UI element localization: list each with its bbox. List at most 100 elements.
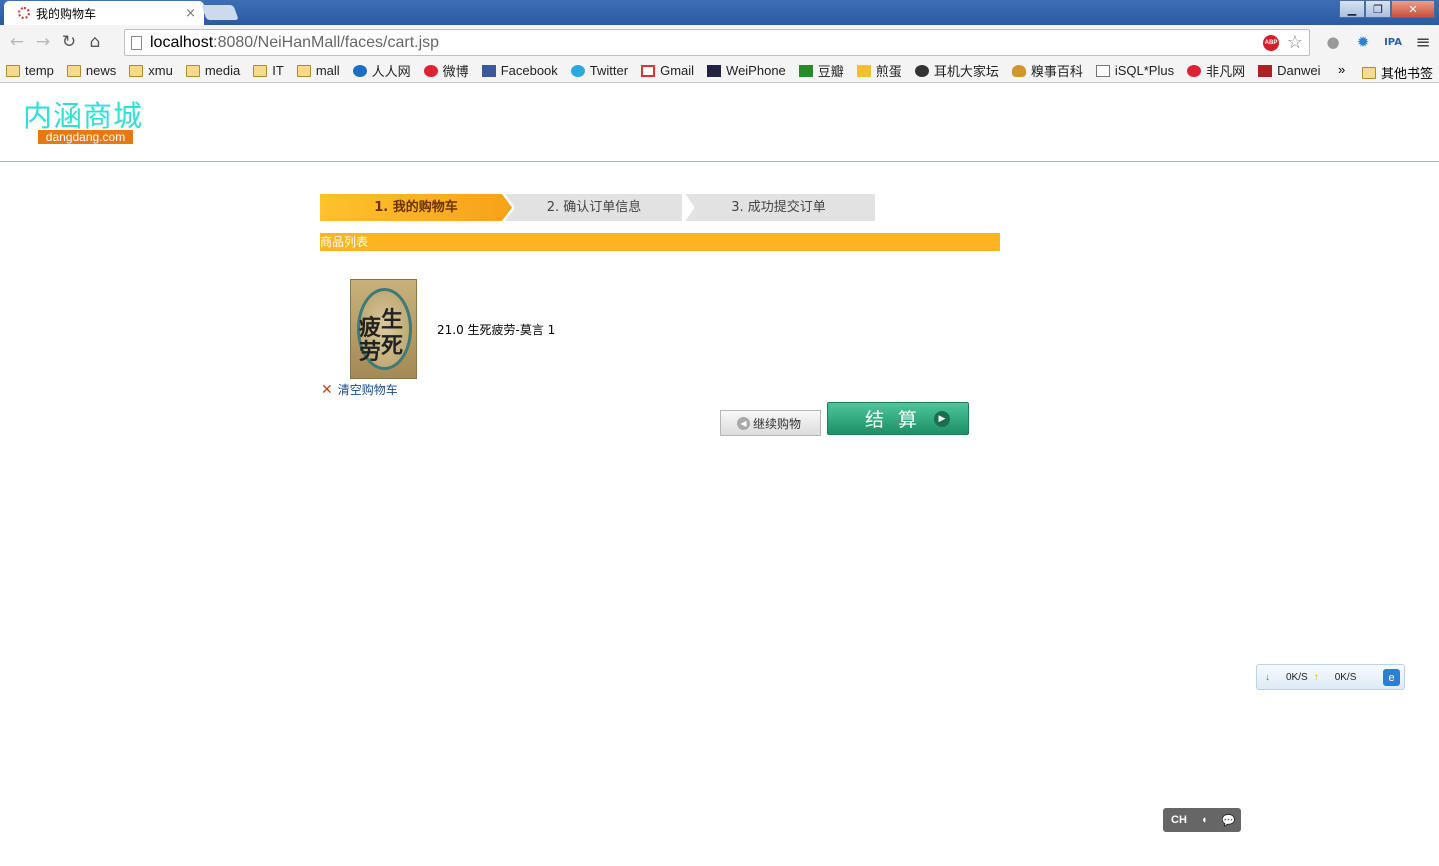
- renren-icon: [352, 64, 367, 77]
- loading-icon: [18, 7, 30, 19]
- back-button[interactable]: ←: [4, 29, 30, 55]
- continue-shopping-label: 继续购物: [753, 416, 802, 431]
- bookmark-jandan[interactable]: 煎蛋: [856, 61, 902, 80]
- home-button[interactable]: ⌂: [82, 29, 108, 55]
- folder-icon: [253, 64, 268, 77]
- restore-button[interactable]: ❐: [1365, 0, 1391, 18]
- ie-icon[interactable]: e: [1383, 669, 1400, 686]
- globe-icon[interactable]: ●: [1323, 32, 1343, 52]
- bookmark-star-icon[interactable]: ☆: [1287, 32, 1303, 53]
- jandan-icon: [856, 64, 871, 77]
- weiphone-icon: [707, 64, 722, 77]
- network-speed-widget[interactable]: ↓ 0K/S ↑ 0K/S e: [1256, 664, 1405, 690]
- document-icon: [1095, 64, 1110, 77]
- bookmarks-overflow-button[interactable]: »: [1338, 62, 1345, 77]
- bookmark-gmail[interactable]: Gmail: [641, 63, 694, 78]
- step-my-cart: 1. 我的购物车: [320, 194, 512, 221]
- bookmark-temp[interactable]: temp: [6, 63, 54, 78]
- bookmark-douban[interactable]: 豆瓣: [798, 61, 844, 80]
- moon-icon: ◖: [1200, 814, 1208, 826]
- title-bar: 我的购物车 × ▁ ❐ ✕: [0, 0, 1439, 25]
- adblock-icon[interactable]: ABP: [1263, 35, 1279, 51]
- bookmark-renren[interactable]: 人人网: [352, 61, 411, 80]
- clear-cart-link[interactable]: ✕ 清空购物车: [321, 381, 398, 398]
- clear-cart-label: 清空购物车: [337, 383, 398, 397]
- upload-arrow-icon: ↑: [1313, 671, 1319, 683]
- other-bookmarks[interactable]: 其他书签: [1362, 63, 1433, 82]
- folder-icon: [66, 64, 81, 77]
- bookmark-isqlplus[interactable]: iSQL*Plus: [1095, 63, 1174, 78]
- bookmark-it[interactable]: IT: [253, 63, 284, 78]
- download-arrow-icon: ↓: [1265, 671, 1270, 683]
- gmail-icon: [641, 64, 656, 77]
- facebook-icon: [481, 64, 496, 77]
- weibo-icon: [423, 64, 438, 77]
- tab-title: 我的购物车: [36, 6, 97, 21]
- bookmark-erji[interactable]: 耳机大家坛: [914, 61, 999, 80]
- minimize-button[interactable]: ▁: [1339, 0, 1365, 18]
- twitter-icon: [570, 64, 585, 77]
- page-content: 内涵商城 dangdang.com 2. 确认订单信息 3. 成功提交订单 1.…: [0, 84, 1439, 866]
- close-window-button[interactable]: ✕: [1391, 0, 1435, 18]
- tab-close-button[interactable]: ×: [185, 6, 196, 21]
- checkout-steps: 2. 确认订单信息 3. 成功提交订单 1. 我的购物车: [320, 194, 875, 221]
- window-controls: ▁ ❐ ✕: [1339, 0, 1435, 18]
- ipa-icon[interactable]: IPA: [1383, 32, 1403, 52]
- browser-toolbar: ← → ↻ ⌂ localhost:8080/NeiHanMall/faces/…: [0, 25, 1439, 59]
- bookmark-weiphone[interactable]: WeiPhone: [707, 63, 786, 78]
- extension-icons: ● ✹ IPA ≡: [1323, 32, 1433, 53]
- continue-shopping-button[interactable]: ◀ 继续购物: [720, 410, 821, 436]
- bookmark-weibo[interactable]: 微博: [423, 61, 469, 80]
- step-order-submitted: 3. 成功提交订单: [731, 200, 826, 215]
- bookmarks-bar: temp news xmu media IT mall 人人网 微博 Faceb…: [0, 59, 1439, 83]
- bookmark-media[interactable]: media: [185, 63, 240, 78]
- close-icon: ✕: [321, 381, 333, 398]
- site-logo-subtitle: dangdang.com: [38, 130, 133, 144]
- qiushi-icon: [1011, 64, 1026, 77]
- upload-speed: 0K/S: [1334, 671, 1357, 683]
- new-tab-button[interactable]: [201, 5, 239, 20]
- product-image[interactable]: 生 死 疲 劳: [350, 279, 417, 379]
- arrow-left-icon: ◀: [737, 416, 750, 430]
- checkout-label: 结算: [864, 409, 931, 431]
- reload-button[interactable]: ↻: [56, 29, 82, 55]
- bookmark-feifan[interactable]: 非凡网: [1187, 61, 1245, 80]
- chat-icon: 💬: [1221, 814, 1236, 827]
- bookmark-danwei[interactable]: Danwei: [1258, 63, 1320, 78]
- folder-icon: [296, 64, 311, 77]
- input-method-widget[interactable]: CH ◖ 💬: [1163, 808, 1241, 832]
- folder-icon: [185, 64, 200, 77]
- step-confirm-order: 2. 确认订单信息: [546, 200, 642, 215]
- forward-button[interactable]: →: [30, 29, 56, 55]
- cart-item-info: 21.0 生死疲劳-莫言 1: [437, 323, 556, 337]
- bookmark-twitter[interactable]: Twitter: [570, 63, 628, 78]
- douban-icon: [798, 64, 813, 77]
- tab-cart[interactable]: 我的购物车 ×: [4, 1, 204, 25]
- header-divider: [0, 161, 1439, 162]
- folder-icon: [129, 64, 144, 77]
- face-icon: [914, 64, 929, 77]
- folder-icon: [6, 64, 20, 77]
- section-title-product-list: 商品列表: [320, 233, 1000, 251]
- menu-icon[interactable]: ≡: [1413, 32, 1433, 53]
- bookmark-facebook[interactable]: Facebook: [481, 63, 558, 78]
- url-host: localhost: [150, 33, 214, 51]
- play-arrow-icon: ▶: [934, 411, 950, 427]
- page-icon: [131, 35, 142, 50]
- bookmark-mall[interactable]: mall: [296, 63, 340, 78]
- url-path: :8080/NeiHanMall/faces/cart.jsp: [213, 33, 440, 51]
- bookmark-xmu[interactable]: xmu: [129, 63, 173, 78]
- cover-glyph: 死: [381, 333, 404, 359]
- gear-icon[interactable]: ✹: [1353, 32, 1373, 52]
- bookmark-news[interactable]: news: [66, 63, 116, 78]
- bookmark-qiushi[interactable]: 糗事百科: [1011, 61, 1083, 80]
- address-bar[interactable]: localhost:8080/NeiHanMall/faces/cart.jsp…: [124, 29, 1310, 56]
- cover-glyph: 劳: [359, 339, 382, 365]
- download-speed: 0K/S: [1286, 671, 1308, 683]
- ime-language: CH: [1171, 814, 1187, 826]
- checkout-button[interactable]: 结算 ▶: [827, 402, 969, 435]
- feifan-icon: [1187, 64, 1202, 77]
- danwei-icon: [1258, 64, 1273, 77]
- site-logo[interactable]: 内涵商城: [23, 93, 143, 135]
- folder-icon: [1362, 66, 1376, 79]
